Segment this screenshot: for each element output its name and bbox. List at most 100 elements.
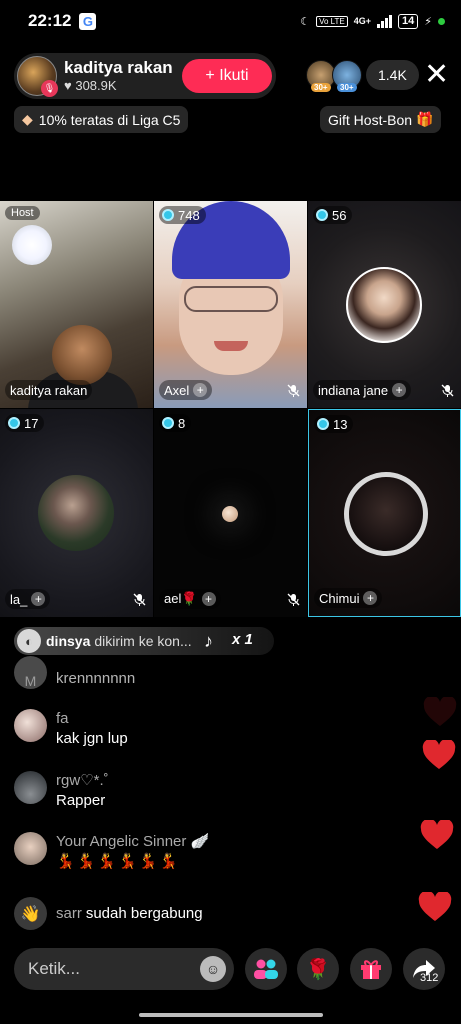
heart-small-icon: ♥ — [64, 78, 76, 93]
guest-name-chip[interactable]: indiana jane + — [313, 380, 412, 400]
guest-name: Axel — [164, 382, 190, 398]
follow-button[interactable]: + Ikuti — [182, 59, 272, 93]
league-label: 10% teratas di Liga C5 — [38, 111, 181, 128]
wave-hand-icon: 👋 — [14, 897, 47, 930]
follow-plus-icon[interactable]: + — [31, 592, 46, 606]
gem-icon — [316, 209, 328, 221]
comment-item[interactable]: fa kak jgn lup — [14, 709, 128, 749]
gift-host-label: Gift Host-Bon — [328, 111, 413, 128]
diamond-icon: ◆ — [22, 111, 33, 127]
share-count: 312 — [420, 972, 439, 984]
gem-icon — [162, 209, 174, 221]
gift-button[interactable] — [350, 948, 392, 990]
mic-icon: 🎙 — [41, 80, 58, 97]
host-likes: ♥ 308.9K — [64, 78, 173, 94]
viewer-level-badge: 30+ — [337, 83, 357, 92]
floating-heart-icon — [423, 697, 457, 726]
gift-count-chip: 748 — [159, 206, 206, 224]
guest-tile-selected[interactable]: 13 Chimui + — [308, 409, 461, 617]
status-time: 22:12 — [28, 11, 72, 30]
commenter-avatar-letter: M — [24, 673, 37, 689]
multi-guest-button[interactable] — [245, 948, 287, 990]
guest-tile[interactable]: 8 ael🌹 + — [154, 409, 307, 617]
gem-icon — [8, 417, 20, 429]
gift-multiplier: x 1 — [232, 631, 253, 648]
host-profile-pill[interactable]: 🎙 kaditya rakan ♥ 308.9K + Ikuti — [14, 53, 276, 99]
comment-input[interactable]: Ketik... ☺ — [14, 948, 234, 990]
mic-muted-icon — [287, 593, 300, 606]
gift-count: 56 — [332, 207, 347, 223]
comment-item[interactable]: Your Angelic Sinner 🪽 💃💃💃💃💃💃 — [14, 832, 209, 872]
gift-icon — [361, 960, 381, 979]
join-user[interactable]: sarr — [56, 905, 82, 922]
gift-banner[interactable]: ◐ dinsya dikirim ke kon... ♪ x 1 — [14, 627, 274, 655]
join-notice: 👋 sarr sudah bergabung — [14, 897, 203, 930]
guest-tile[interactable]: 748 Axel + — [154, 201, 307, 408]
battery-icon: 14 — [398, 13, 419, 29]
user-avatar-icon: ◐ — [17, 629, 41, 653]
gift-count-chip: 13 — [314, 415, 354, 433]
guest-tile[interactable]: 17 la_ + — [0, 409, 153, 617]
viewer-avatars[interactable]: 30+ 30+ 1.4K — [306, 60, 419, 92]
guest-name: indiana jane — [318, 382, 389, 398]
gem-icon — [317, 418, 329, 430]
privacy-dot-icon — [438, 17, 445, 25]
commenter-name[interactable]: fa — [56, 709, 128, 728]
close-icon[interactable]: ✕ — [424, 60, 449, 90]
mic-muted-icon — [133, 593, 146, 606]
gift-host-chip[interactable]: Gift Host-Bon 🎁 — [320, 106, 442, 133]
gift-count-chip: 8 — [159, 414, 192, 432]
charging-icon: ⚡ — [424, 15, 432, 28]
home-indicator[interactable] — [139, 1013, 323, 1017]
commenter-name[interactable]: Your Angelic Sinner 🪽 — [56, 832, 209, 851]
gift-count-chip: 56 — [313, 206, 353, 224]
commenter-avatar[interactable] — [14, 709, 47, 742]
comment-item[interactable]: M krennnnnnn — [14, 656, 135, 689]
gift-count: 748 — [178, 207, 200, 223]
network-type: 4G+ — [353, 16, 372, 26]
guest-name-chip[interactable]: kaditya rakan — [5, 380, 93, 400]
league-chip[interactable]: ◆ 10% teratas di Liga C5 — [14, 106, 189, 133]
guest-avatar — [38, 475, 114, 551]
gift-sender: dinsya — [46, 633, 91, 649]
comment-item[interactable]: rgw♡*.˚ Rapper — [14, 771, 109, 811]
comment-placeholder: Ketik... — [28, 959, 80, 978]
host-avatar[interactable]: 🎙 — [17, 56, 58, 97]
guest-avatar-speaking — [344, 472, 428, 556]
guest-name-chip[interactable]: ael🌹 + — [159, 589, 221, 609]
guest-tile-host[interactable]: Host kaditya rakan — [0, 201, 153, 408]
guest-name: la_ — [10, 591, 28, 607]
guest-name-chip[interactable]: la_ + — [5, 589, 51, 609]
guest-name-chip[interactable]: Chimui + — [314, 588, 383, 608]
commenter-avatar[interactable] — [14, 771, 47, 804]
guest-name: kaditya rakan — [10, 382, 88, 398]
viewer-avatar[interactable]: 30+ — [332, 60, 362, 92]
commenter-avatar[interactable] — [14, 832, 47, 865]
follow-plus-icon[interactable]: + — [201, 592, 216, 606]
guest-mouth — [214, 341, 248, 351]
emoji-icon[interactable]: ☺ — [200, 956, 226, 982]
viewer-count[interactable]: 1.4K — [366, 60, 419, 90]
viewer-level-badge: 30+ — [311, 83, 331, 92]
follow-plus-icon[interactable]: + — [363, 591, 378, 605]
comment-text: kak jgn lup — [56, 730, 128, 747]
mic-muted-icon — [441, 384, 454, 397]
gift-host-icon: 🎁 — [416, 111, 434, 127]
comment-text: krennnnnnn — [56, 670, 136, 687]
tiktok-gift-icon: ♪ — [204, 631, 213, 651]
guest-name-chip[interactable]: Axel + — [159, 380, 213, 400]
rose-icon: 🌹 — [305, 958, 331, 981]
commenter-avatar[interactable]: M — [14, 656, 47, 689]
gift-message: dikirim ke kon... — [94, 633, 192, 649]
comment-text: Rapper — [56, 792, 106, 809]
rose-gift-button[interactable]: 🌹 — [297, 948, 339, 990]
guest-tile[interactable]: 56 indiana jane + — [308, 201, 461, 408]
follow-plus-icon[interactable]: + — [392, 383, 407, 397]
guest-name: ael🌹 — [164, 591, 198, 606]
host-name: kaditya rakan — [64, 58, 173, 77]
multi-guest-icon — [254, 959, 278, 979]
comment-text: 💃💃💃💃💃💃 — [56, 853, 181, 870]
commenter-name[interactable]: rgw♡*.˚ — [56, 771, 109, 790]
google-icon: G — [79, 12, 97, 30]
follow-plus-icon[interactable]: + — [193, 383, 208, 397]
